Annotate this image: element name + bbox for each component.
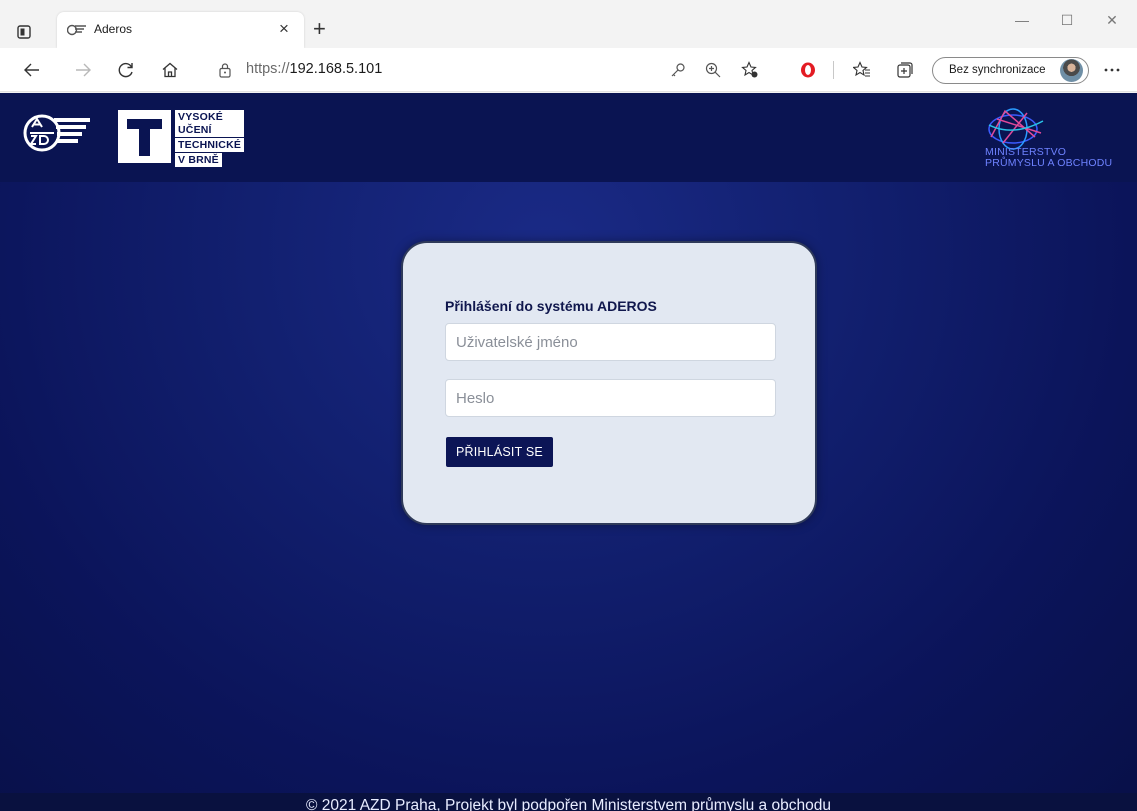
- sync-profile-button[interactable]: Bez synchronizace: [932, 57, 1089, 84]
- mpo-globe-icon: [983, 107, 1053, 151]
- password-input[interactable]: [445, 379, 776, 417]
- tab-close-icon[interactable]: ×: [279, 20, 289, 38]
- mpo-logo-text: MINISTERSTVO PRŮMYSLU A OBCHODU: [985, 146, 1113, 169]
- collections-icon[interactable]: [893, 58, 917, 82]
- toolbar-separator: [833, 61, 834, 79]
- page-content: VYSOKÉ UČENÍ TECHNICKÉ V BRNĚ MINISTERST…: [0, 93, 1137, 811]
- close-window-icon[interactable]: ✕: [1102, 10, 1122, 30]
- vut-logo-text: VYSOKÉ UČENÍ TECHNICKÉ V BRNĚ: [175, 110, 245, 168]
- browser-toolbar: https://192.168.5.101 Bez synchronizace: [0, 48, 1137, 92]
- browser-tab-bar: Aderos × + — ☐ ✕: [0, 0, 1137, 48]
- forward-arrow-icon[interactable]: [71, 58, 95, 82]
- azd-logo: [22, 111, 92, 155]
- vut-line: VYSOKÉ UČENÍ: [175, 110, 245, 137]
- azd-favicon-icon: [66, 23, 87, 37]
- lock-icon[interactable]: [219, 62, 231, 78]
- opera-icon[interactable]: [796, 58, 820, 82]
- home-icon[interactable]: [158, 58, 182, 82]
- new-tab-icon[interactable]: +: [313, 18, 326, 40]
- tab-title: Aderos: [94, 22, 133, 36]
- footer-text: © 2021 AZD Praha, Projekt byl podpořen M…: [306, 797, 831, 811]
- page-footer: © 2021 AZD Praha, Projekt byl podpořen M…: [0, 793, 1137, 811]
- login-button[interactable]: PŘIHLÁSIT SE: [446, 437, 553, 467]
- vut-line: TECHNICKÉ: [175, 138, 245, 152]
- vut-line: V BRNĚ: [175, 153, 222, 167]
- page-header: VYSOKÉ UČENÍ TECHNICKÉ V BRNĚ MINISTERST…: [0, 93, 1137, 182]
- login-card: Přihlášení do systému ADEROS PŘIHLÁSIT S…: [401, 241, 817, 525]
- back-arrow-icon[interactable]: [20, 58, 44, 82]
- favorites-icon[interactable]: [850, 58, 874, 82]
- browser-tab[interactable]: Aderos ×: [57, 12, 304, 48]
- refresh-icon[interactable]: [114, 58, 138, 82]
- add-favorite-icon[interactable]: [738, 58, 762, 82]
- tab-actions-icon[interactable]: [16, 24, 32, 40]
- avatar: [1060, 59, 1083, 82]
- address-bar-url[interactable]: https://192.168.5.101: [246, 61, 382, 77]
- login-title: Přihlášení do systému ADEROS: [445, 298, 657, 314]
- key-icon[interactable]: [666, 58, 690, 82]
- more-icon[interactable]: [1100, 58, 1124, 82]
- zoom-icon[interactable]: [701, 58, 725, 82]
- sync-label: Bez synchronizace: [949, 64, 1046, 76]
- maximize-icon[interactable]: ☐: [1057, 10, 1077, 30]
- minimize-icon[interactable]: —: [1012, 10, 1032, 30]
- vut-t-icon: [118, 110, 171, 163]
- username-input[interactable]: [445, 323, 776, 361]
